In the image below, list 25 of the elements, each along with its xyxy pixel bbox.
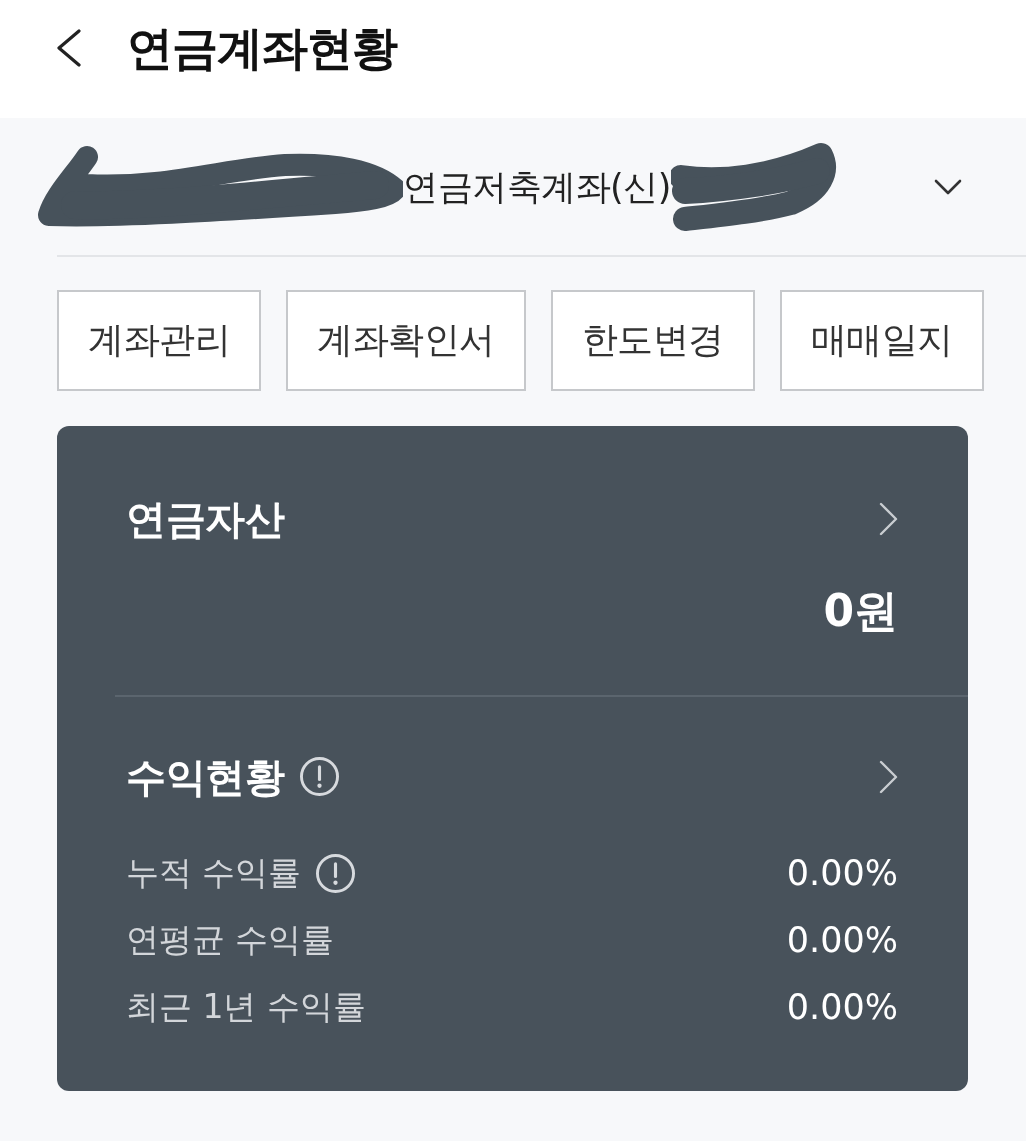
dropdown-button[interactable] [934,178,962,195]
chevron-left-icon [57,29,81,67]
return-value: 0.00% [786,986,898,1029]
asset-amount: 0원 [823,586,898,637]
exclamation-circle-icon[interactable] [300,757,339,797]
return-value: 0.00% [786,852,898,895]
section-title: 연금자산 [126,496,284,542]
back-button[interactable] [57,29,81,67]
action-button[interactable]: 매매일지 [779,290,984,391]
action-button[interactable]: 계좌관리 [57,290,261,391]
chevron-down-icon [934,178,962,195]
action-button[interactable]: 계좌확인서 [286,290,526,391]
chevron-right-icon [879,502,898,536]
action-button[interactable]: 한도변경 [550,290,755,391]
more-button[interactable] [879,759,898,794]
more-button[interactable] [879,502,898,536]
page-title: 연금계좌현황 [127,22,397,74]
exclamation-circle-icon[interactable] [315,853,355,893]
return-label: 연평균 수익률 [126,920,335,960]
return-value: 0.00% [786,919,898,962]
chevron-right-icon [879,759,898,794]
account-name: 연금저축계좌(신) [403,165,671,208]
return-label: 누적 수익률 [126,853,302,893]
return-label: 최근 1년 수익률 [126,987,366,1027]
section-title: 수익현황 [126,753,284,800]
